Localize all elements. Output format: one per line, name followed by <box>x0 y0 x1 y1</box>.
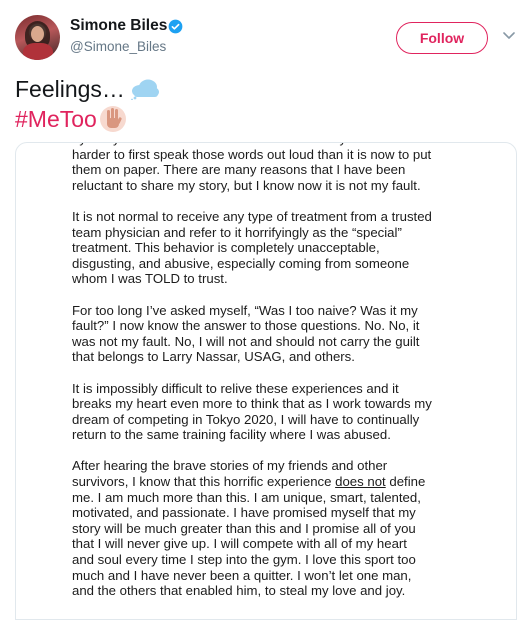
letter-text: by Larry Nassar. Please believe me when … <box>72 143 492 614</box>
hashtag-link[interactable]: #MeToo <box>15 104 97 134</box>
verified-badge-icon <box>168 19 183 34</box>
avatar[interactable] <box>15 15 60 60</box>
letter-paragraph-1: It is not normal to receive any type of … <box>72 208 432 287</box>
avatar-face <box>31 26 44 42</box>
raised-hand-emoji-icon <box>99 106 126 132</box>
letter-paragraph-4: After hearing the brave stories of my fr… <box>72 458 492 598</box>
chevron-down-icon[interactable] <box>502 31 516 41</box>
user-handle[interactable]: @Simone_Biles <box>70 39 166 54</box>
letter-paragraph-3: It is impossibly difficult to relive the… <box>72 380 432 443</box>
tweet-media-image[interactable]: by Larry Nassar. Please believe me when … <box>15 142 517 620</box>
tweet-line-1: Feelings… <box>15 74 160 104</box>
follow-button[interactable]: Follow <box>396 22 488 54</box>
tweet-line-2: #MeToo <box>15 104 160 134</box>
letter-paragraph-0: by Larry Nassar. Please believe me when … <box>72 143 432 193</box>
cloud-emoji-icon <box>131 79 159 100</box>
avatar-body <box>23 43 53 60</box>
tweet-text-feelings: Feelings… <box>15 76 125 102</box>
letter-paragraph-2: For too long I’ve asked myself, “Was I t… <box>72 302 420 365</box>
display-name[interactable]: Simone Biles <box>70 17 167 35</box>
letter-p4-part-b: define me. I am much more than this. I a… <box>72 474 426 599</box>
tweet-header: Simone Biles @Simone_Biles Follow <box>0 0 530 70</box>
letter-underlined-phrase: does not <box>335 474 386 490</box>
tweet-text: Feelings… #MeToo <box>15 74 160 134</box>
